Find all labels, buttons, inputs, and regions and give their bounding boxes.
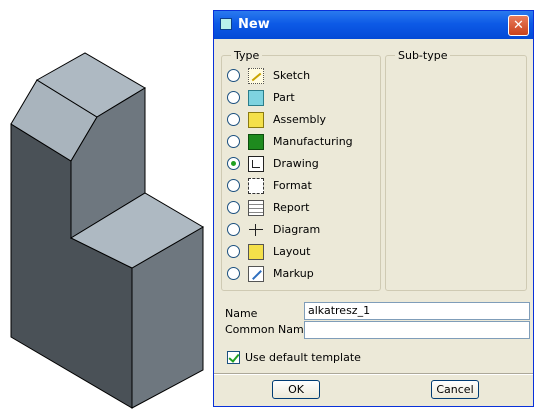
dialog-title: New (238, 17, 270, 32)
name-input[interactable]: alkatresz_1 (304, 302, 530, 320)
type-option-drawing[interactable]: Drawing (227, 154, 377, 174)
type-option-sketch[interactable]: Sketch (227, 66, 377, 86)
type-label-assembly: Assembly (273, 113, 327, 126)
type-option-part[interactable]: Part (227, 88, 377, 108)
report-icon (248, 200, 264, 216)
type-option-layout[interactable]: Layout (227, 242, 377, 262)
type-label-report: Report (273, 201, 310, 214)
name-label: Name (225, 307, 258, 320)
markup-radio[interactable] (227, 267, 240, 280)
type-label-part: Part (273, 91, 295, 104)
part-radio[interactable] (227, 91, 240, 104)
layout-icon (248, 244, 264, 260)
3d-part-model (10, 52, 204, 409)
common-name-label: Common Name (225, 323, 311, 336)
type-label-format: Format (273, 179, 312, 192)
use-default-template-checkbox[interactable] (227, 351, 240, 364)
manufacturing-radio[interactable] (227, 135, 240, 148)
cancel-button[interactable]: Cancel (431, 380, 479, 399)
type-option-diagram[interactable]: Diagram (227, 220, 377, 240)
type-label-layout: Layout (273, 245, 311, 258)
format-icon (248, 178, 264, 194)
subtype-group: Sub-type (385, 49, 527, 291)
layout-radio[interactable] (227, 245, 240, 258)
drawing-icon (248, 156, 264, 172)
diagram-radio[interactable] (227, 223, 240, 236)
part-icon (248, 90, 264, 106)
diagram-icon (248, 222, 264, 238)
ok-button[interactable]: OK (272, 380, 320, 399)
type-group: Type Sketch Part Assembly Manufacturing … (221, 49, 381, 291)
type-label-sketch: Sketch (273, 69, 311, 82)
manufacturing-icon (248, 134, 264, 150)
type-option-report[interactable]: Report (227, 198, 377, 218)
subtype-group-label: Sub-type (395, 49, 451, 62)
title-bar[interactable]: New ✕ (214, 11, 533, 39)
assembly-icon (248, 112, 264, 128)
sketch-icon (248, 68, 264, 84)
markup-icon (248, 266, 264, 282)
report-radio[interactable] (227, 201, 240, 214)
type-label-manufacturing: Manufacturing (273, 135, 353, 148)
format-radio[interactable] (227, 179, 240, 192)
type-group-label: Type (231, 49, 263, 62)
type-option-assembly[interactable]: Assembly (227, 110, 377, 130)
sketch-radio[interactable] (227, 69, 240, 82)
type-option-markup[interactable]: Markup (227, 264, 377, 284)
common-name-input[interactable] (304, 321, 530, 339)
use-default-template-label[interactable]: Use default template (245, 351, 361, 364)
type-option-manufacturing[interactable]: Manufacturing (227, 132, 377, 152)
type-label-markup: Markup (273, 267, 314, 280)
assembly-radio[interactable] (227, 113, 240, 126)
drawing-radio[interactable] (227, 157, 240, 170)
type-option-format[interactable]: Format (227, 176, 377, 196)
window-icon (220, 18, 232, 30)
type-label-diagram: Diagram (273, 223, 321, 236)
close-button[interactable]: ✕ (508, 15, 529, 36)
separator (214, 373, 533, 375)
new-dialog: New ✕ Type Sketch Part Assembly Manufact… (213, 10, 534, 407)
type-label-drawing: Drawing (273, 157, 319, 170)
